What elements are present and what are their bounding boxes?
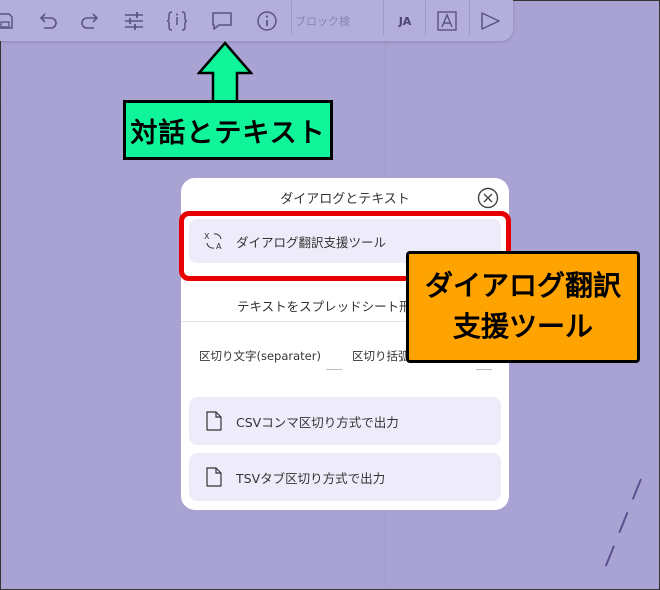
info-icon[interactable] — [253, 1, 281, 41]
close-icon — [477, 187, 499, 209]
separator-label: 区切り文字(separater) — [199, 349, 321, 363]
dialog-title: ダイアログとテキスト — [280, 192, 410, 207]
toolbar-separator — [425, 1, 426, 35]
quote-bracket-label: 区切り括弧 — [352, 349, 410, 363]
language-button[interactable]: JA — [393, 1, 417, 41]
toolbar-separator — [383, 1, 384, 35]
callout-translation-line1: ダイアログ翻訳 — [424, 269, 621, 303]
undo-icon[interactable] — [33, 1, 63, 41]
redo-icon[interactable] — [75, 1, 105, 41]
export-tsv-label: TSVタブ区切り方式で出力 — [236, 470, 386, 486]
up-arrow-icon — [197, 41, 253, 105]
toolbar-separator — [469, 1, 470, 35]
top-toolbar: ブロック検 JA — [0, 0, 513, 41]
callout-translation-line2: 支援ツール — [452, 310, 593, 343]
language-label: JA — [398, 14, 412, 28]
block-search-input[interactable]: ブロック検 — [295, 1, 375, 41]
play-icon[interactable] — [477, 1, 503, 41]
callout-translation-tool: ダイアログ翻訳 支援ツール — [406, 251, 640, 363]
export-tsv-button[interactable]: TSVタブ区切り方式で出力 — [189, 453, 501, 501]
callout-dialogue-text: 対話とテキスト — [123, 100, 333, 160]
settings-sliders-icon[interactable] — [120, 1, 148, 41]
block-search-placeholder: ブロック検 — [295, 15, 350, 28]
file-icon — [202, 411, 226, 431]
quote-bracket-input[interactable] — [476, 369, 492, 370]
spreadsheet-export-title: テキストをスプレッドシート形 — [237, 299, 412, 314]
export-csv-button[interactable]: CSVコンマ区切り方式で出力 — [189, 397, 501, 445]
callout-dialogue-text-label: 対話とテキスト — [130, 117, 326, 149]
export-csv-label: CSVコンマ区切り方式で出力 — [236, 414, 399, 430]
close-button[interactable] — [477, 187, 499, 209]
font-icon[interactable] — [433, 1, 461, 41]
file-icon — [202, 467, 226, 487]
save-icon[interactable] — [0, 1, 15, 41]
separator-input[interactable] — [326, 369, 342, 370]
dialogue-bubble-icon[interactable] — [207, 1, 237, 41]
toolbar-separator — [291, 1, 292, 35]
curly-braces-icon[interactable] — [163, 1, 191, 41]
